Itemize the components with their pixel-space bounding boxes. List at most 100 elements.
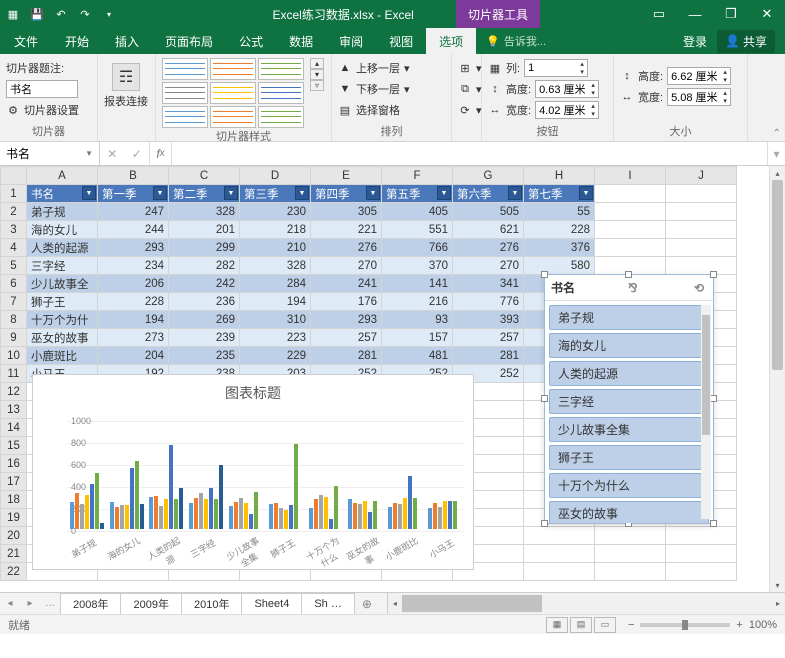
chart-bar[interactable] [214, 499, 218, 529]
chart-bar[interactable] [130, 468, 134, 529]
table-cell[interactable]: 少儿故事全 [27, 275, 98, 293]
slicer-style-item[interactable] [210, 58, 256, 80]
sheet-tab[interactable]: 2010年 [182, 593, 242, 614]
chart-bar[interactable] [368, 512, 372, 529]
vertical-scrollbar[interactable]: ▴ ▾ [769, 166, 785, 592]
table-cell[interactable]: 55 [524, 203, 595, 221]
sheet-tab[interactable]: 2009年 [121, 593, 181, 614]
table-cell[interactable]: 人类的起源 [27, 239, 98, 257]
row-header[interactable]: 14 [1, 419, 27, 437]
table-cell[interactable]: 狮子王 [27, 293, 98, 311]
chart-bar[interactable] [149, 497, 153, 529]
chart-bar[interactable] [443, 501, 447, 529]
column-header[interactable]: D [240, 167, 311, 185]
ribbon-options-icon[interactable]: ▭ [641, 0, 677, 28]
column-header[interactable]: G [453, 167, 524, 185]
chart-bar[interactable] [204, 499, 208, 529]
table-cell[interactable]: 241 [311, 275, 382, 293]
slicer-style-item[interactable] [210, 106, 256, 128]
table-cell[interactable]: 376 [524, 239, 595, 257]
filter-icon[interactable]: ▼ [366, 186, 380, 200]
chart-bar[interactable] [388, 507, 392, 529]
app-menu-icon[interactable]: ▦ [4, 5, 22, 23]
cell[interactable] [595, 545, 666, 563]
table-cell[interactable]: 弟子规 [27, 203, 98, 221]
restore-icon[interactable]: ❐ [713, 0, 749, 28]
table-cell[interactable]: 93 [382, 311, 453, 329]
row-header[interactable]: 6 [1, 275, 27, 293]
table-cell[interactable]: 216 [382, 293, 453, 311]
up-icon[interactable]: ▴ [577, 60, 587, 68]
table-cell[interactable]: 228 [524, 221, 595, 239]
slicer-caption-input[interactable] [6, 80, 78, 98]
chart-bar[interactable] [334, 486, 338, 529]
chart-bar[interactable] [249, 514, 253, 530]
row-header[interactable]: 17 [1, 473, 27, 491]
chart-bar[interactable] [135, 461, 139, 529]
row-header[interactable]: 18 [1, 491, 27, 509]
row-header[interactable]: 10 [1, 347, 27, 365]
gallery-expand-icon[interactable]: ▿ [310, 80, 324, 91]
tell-me[interactable]: 💡告诉我... [486, 33, 546, 49]
gallery-up-icon[interactable]: ▴ [310, 58, 324, 69]
row-header[interactable]: 20 [1, 527, 27, 545]
slicer-settings-button[interactable]: ⚙切片器设置 [6, 100, 79, 120]
row-header[interactable]: 1 [1, 185, 27, 203]
table-cell[interactable]: 230 [240, 203, 311, 221]
column-header[interactable]: E [311, 167, 382, 185]
slicer-item[interactable]: 人类的起源 [549, 361, 709, 386]
chart-bar[interactable] [115, 507, 119, 529]
table-cell[interactable]: 141 [382, 275, 453, 293]
table-cell[interactable]: 776 [453, 293, 524, 311]
clear-filter-icon[interactable]: ⟲ [691, 281, 707, 295]
tab-layout[interactable]: 页面布局 [152, 28, 226, 54]
slicer-style-item[interactable] [258, 58, 304, 80]
row-header[interactable]: 19 [1, 509, 27, 527]
chart-bar[interactable] [110, 502, 114, 529]
table-cell[interactable]: 210 [240, 239, 311, 257]
tab-file[interactable]: 文件 [0, 28, 52, 54]
horizontal-scrollbar[interactable]: ◂ ▸ [387, 593, 785, 614]
table-cell[interactable]: 293 [98, 239, 169, 257]
table-header-cell[interactable]: 书名▼ [27, 185, 98, 203]
table-cell[interactable]: 229 [240, 347, 311, 365]
row-header[interactable]: 11 [1, 365, 27, 383]
selection-pane-button[interactable]: ▤选择窗格 [338, 100, 400, 120]
zoom-slider[interactable] [640, 623, 730, 627]
chart-bar[interactable] [358, 504, 362, 529]
cell[interactable] [595, 527, 666, 545]
table-cell[interactable]: 235 [169, 347, 240, 365]
undo-icon[interactable]: ↶ [52, 5, 70, 23]
slicer-item[interactable]: 巫女的故事 [549, 501, 709, 523]
slicer-style-item[interactable] [162, 82, 208, 104]
table-cell[interactable]: 270 [453, 257, 524, 275]
chart-bar[interactable] [329, 519, 333, 529]
filter-icon[interactable]: ▼ [437, 186, 451, 200]
table-cell[interactable]: 370 [382, 257, 453, 275]
table-cell[interactable]: 328 [240, 257, 311, 275]
table-cell[interactable]: 221 [311, 221, 382, 239]
column-header[interactable]: I [595, 167, 666, 185]
filter-icon[interactable]: ▼ [579, 186, 593, 200]
chart-bar[interactable] [274, 503, 278, 529]
group-button[interactable]: ⧉▾ [458, 79, 482, 99]
table-cell[interactable]: 551 [382, 221, 453, 239]
table-cell[interactable]: 239 [169, 329, 240, 347]
table-cell[interactable]: 282 [169, 257, 240, 275]
table-cell[interactable]: 234 [98, 257, 169, 275]
chart-bar[interactable] [348, 499, 352, 529]
down-icon[interactable]: ▾ [577, 68, 587, 76]
table-cell[interactable]: 223 [240, 329, 311, 347]
column-header[interactable]: H [524, 167, 595, 185]
gallery-down-icon[interactable]: ▾ [310, 69, 324, 80]
chart-bar[interactable] [189, 503, 193, 529]
table-header-cell[interactable]: 第二季▼ [169, 185, 240, 203]
slicer-item[interactable]: 少儿故事全集 [549, 417, 709, 442]
formula-input[interactable] [172, 142, 767, 165]
table-cell[interactable]: 580 [524, 257, 595, 275]
chart-bar[interactable] [100, 523, 104, 529]
report-connections-button[interactable]: ☶报表连接 [104, 58, 148, 114]
scroll-down-icon[interactable]: ▾ [770, 578, 785, 592]
filter-icon[interactable]: ▼ [295, 186, 309, 200]
slicer-style-item[interactable] [258, 82, 304, 104]
